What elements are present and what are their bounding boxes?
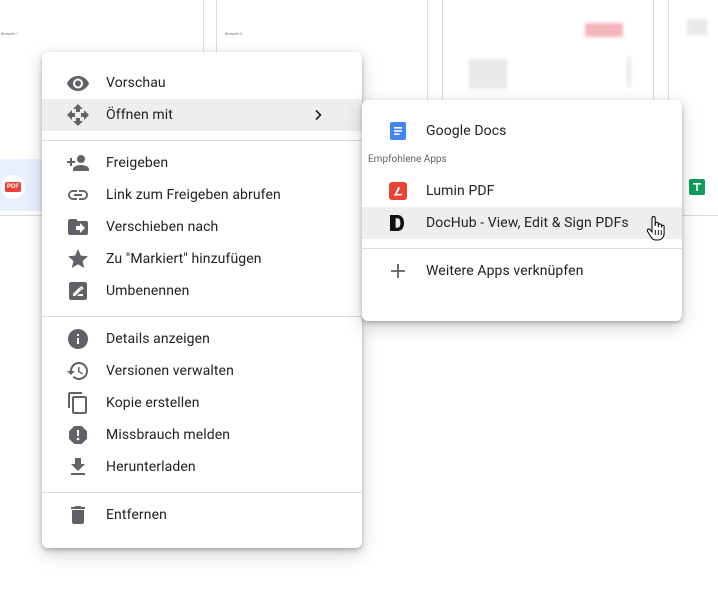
person-add-icon xyxy=(66,151,90,175)
blurred-thumbnail-content xyxy=(585,23,623,37)
menu-item-label: Herunterladen xyxy=(106,459,196,475)
plus-icon xyxy=(386,259,410,283)
menu-item-label: Freigeben xyxy=(106,155,169,171)
menu-item-preview[interactable]: Vorschau xyxy=(42,67,362,99)
context-menu: Vorschau Öffnen mit Freigeben Link zum F… xyxy=(42,52,362,548)
menu-divider xyxy=(42,316,362,317)
menu-item-label: Missbrauch melden xyxy=(106,427,231,443)
menu-item-label: Verschieben nach xyxy=(106,219,219,235)
menu-item-report-abuse[interactable]: Missbrauch melden xyxy=(42,419,362,451)
submenu-item-label: DocHub - View, Edit & Sign PDFs xyxy=(426,215,629,231)
menu-item-share[interactable]: Freigeben xyxy=(42,147,362,179)
recommended-apps-heading: Empfohlene Apps xyxy=(368,154,447,165)
chevron-right-icon xyxy=(315,109,322,121)
info-icon xyxy=(66,327,90,351)
hand-pointer-cursor-icon xyxy=(646,216,665,241)
move-arrows-icon xyxy=(66,103,90,127)
rename-icon xyxy=(66,279,90,303)
menu-item-label: Versionen verwalten xyxy=(106,363,234,379)
submenu-item-label: Google Docs xyxy=(426,123,507,139)
menu-item-rename[interactable]: Umbenennen xyxy=(42,275,362,307)
menu-item-remove[interactable]: Entfernen xyxy=(42,499,362,531)
lumin-pdf-icon xyxy=(386,179,410,203)
menu-item-label: Vorschau xyxy=(106,75,166,91)
menu-item-label: Link zum Freigeben abrufen xyxy=(106,187,281,203)
download-icon xyxy=(66,455,90,479)
menu-item-manage-versions[interactable]: Versionen verwalten xyxy=(42,355,362,387)
pdf-file-icon: PDF xyxy=(1,175,25,199)
menu-item-add-starred[interactable]: Zu "Markiert" hinzufügen xyxy=(42,243,362,275)
submenu-item-connect-more-apps[interactable]: Weitere Apps verknüpfen xyxy=(362,255,682,287)
menu-item-open-with[interactable]: Öffnen mit xyxy=(42,99,362,131)
dochub-icon xyxy=(386,211,410,235)
star-icon xyxy=(66,247,90,271)
open-with-submenu: Google Docs Empfohlene Apps Lumin PDF Do… xyxy=(362,100,682,321)
submenu-item-lumin-pdf[interactable]: Lumin PDF xyxy=(362,175,682,207)
history-icon xyxy=(66,359,90,383)
menu-item-label: Kopie erstellen xyxy=(106,395,200,411)
menu-item-make-copy[interactable]: Kopie erstellen xyxy=(42,387,362,419)
menu-item-move-to[interactable]: Verschieben nach xyxy=(42,211,362,243)
blurred-thumbnail-content xyxy=(687,19,707,35)
file-thumbnail-text: Beispiel 1 xyxy=(1,31,19,36)
submenu-item-label: Lumin PDF xyxy=(426,183,495,199)
menu-item-download[interactable]: Herunterladen xyxy=(42,451,362,483)
submenu-item-dochub[interactable]: DocHub - View, Edit & Sign PDFs xyxy=(362,207,682,239)
pdf-badge-label: PDF xyxy=(5,182,21,192)
google-docs-icon xyxy=(386,119,410,143)
menu-item-label: Details anzeigen xyxy=(106,331,210,347)
link-icon xyxy=(66,183,90,207)
submenu-item-label: Weitere Apps verknüpfen xyxy=(426,263,584,279)
menu-divider xyxy=(42,492,362,493)
menu-divider xyxy=(42,140,362,141)
eye-icon xyxy=(66,71,90,95)
menu-item-label: Zu "Markiert" hinzufügen xyxy=(106,251,262,267)
menu-item-label: Entfernen xyxy=(106,507,167,523)
menu-item-label: Öffnen mit xyxy=(106,107,173,123)
copy-icon xyxy=(66,391,90,415)
blurred-thumbnail-content xyxy=(627,57,631,87)
menu-item-get-link[interactable]: Link zum Freigeben abrufen xyxy=(42,179,362,211)
trash-icon xyxy=(66,503,90,527)
blurred-thumbnail-content xyxy=(469,59,507,89)
folder-move-icon xyxy=(66,215,90,239)
sheets-file-icon xyxy=(689,179,705,195)
submenu-item-google-docs[interactable]: Google Docs xyxy=(362,115,682,147)
report-icon xyxy=(66,423,90,447)
submenu-divider xyxy=(362,248,682,249)
menu-item-label: Umbenennen xyxy=(106,283,190,299)
file-thumbnail-text: Beispiel 2 xyxy=(225,31,243,36)
menu-item-details[interactable]: Details anzeigen xyxy=(42,323,362,355)
